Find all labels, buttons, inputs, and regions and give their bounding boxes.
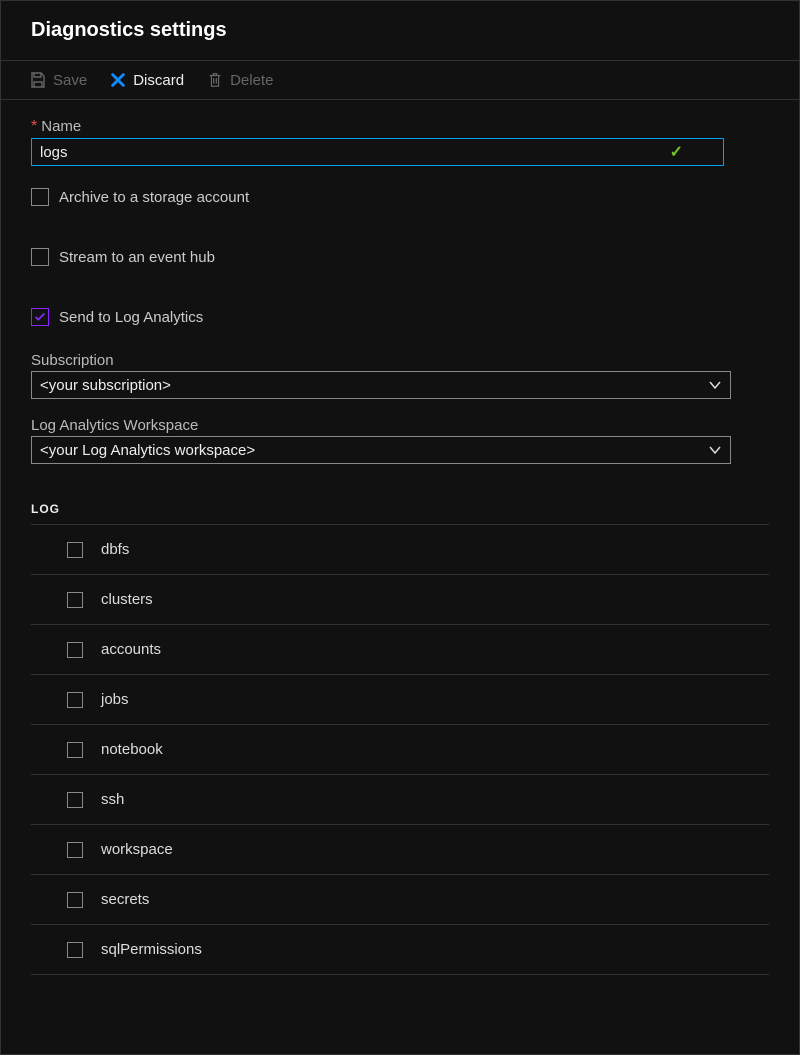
log-checkbox[interactable] <box>67 842 83 858</box>
stream-checkbox[interactable] <box>31 248 49 266</box>
log-name-label: ssh <box>101 791 124 808</box>
log-item: secrets <box>31 875 769 925</box>
log-item: ssh <box>31 775 769 825</box>
log-name-label: secrets <box>101 891 149 908</box>
log-item: clusters <box>31 575 769 625</box>
archive-label: Archive to a storage account <box>59 189 249 206</box>
log-name-label: jobs <box>101 691 129 708</box>
log-checkbox[interactable] <box>67 542 83 558</box>
log-name-label: clusters <box>101 591 153 608</box>
save-icon <box>29 71 47 89</box>
subscription-select[interactable]: <your subscription> <box>31 371 731 399</box>
send-log-analytics-row: Send to Log Analytics <box>31 308 769 326</box>
toolbar: Save Discard Delete <box>1 61 799 100</box>
chevron-down-icon <box>708 378 722 396</box>
log-item: sqlPermissions <box>31 925 769 975</box>
save-button[interactable]: Save <box>29 71 87 89</box>
log-checkbox[interactable] <box>67 592 83 608</box>
name-input[interactable] <box>31 138 724 166</box>
log-name-label: notebook <box>101 741 163 758</box>
log-item: dbfs <box>31 525 769 575</box>
workspace-select[interactable]: <your Log Analytics workspace> <box>31 436 731 464</box>
log-item: notebook <box>31 725 769 775</box>
log-checkbox[interactable] <box>67 942 83 958</box>
log-checkbox[interactable] <box>67 892 83 908</box>
discard-button[interactable]: Discard <box>109 71 184 89</box>
name-label: Name <box>41 118 81 135</box>
log-item: workspace <box>31 825 769 875</box>
page-title: Diagnostics settings <box>31 19 777 42</box>
subscription-value: <your subscription> <box>40 377 171 394</box>
send-log-analytics-checkbox[interactable] <box>31 308 49 326</box>
log-checkbox[interactable] <box>67 642 83 658</box>
trash-icon <box>206 71 224 89</box>
log-name-label: accounts <box>101 641 161 658</box>
log-name-label: sqlPermissions <box>101 941 202 958</box>
log-analytics-config: Subscription <your subscription> Log Ana… <box>31 352 769 464</box>
workspace-block: Log Analytics Workspace <your Log Analyt… <box>31 417 769 464</box>
discard-label: Discard <box>133 72 184 89</box>
subscription-label: Subscription <box>31 352 769 369</box>
required-asterisk: * <box>31 118 37 136</box>
log-checkbox[interactable] <box>67 692 83 708</box>
stream-label: Stream to an event hub <box>59 249 215 266</box>
diagnostics-settings-panel: Diagnostics settings Save Discard Delete <box>0 0 800 1055</box>
delete-label: Delete <box>230 72 273 89</box>
archive-checkbox-row: Archive to a storage account <box>31 188 769 206</box>
log-name-label: workspace <box>101 841 173 858</box>
content-area: * Name ✓ Archive to a storage account St… <box>1 100 799 975</box>
delete-button[interactable]: Delete <box>206 71 273 89</box>
log-list: dbfs clusters accounts jobs notebook ssh works… <box>31 524 769 975</box>
stream-checkbox-row: Stream to an event hub <box>31 248 769 266</box>
log-item: jobs <box>31 675 769 725</box>
log-item: accounts <box>31 625 769 675</box>
discard-icon <box>109 71 127 89</box>
send-log-analytics-label: Send to Log Analytics <box>59 309 203 326</box>
log-checkbox[interactable] <box>67 792 83 808</box>
name-field: * Name ✓ <box>31 118 769 166</box>
subscription-block: Subscription <your subscription> <box>31 352 769 399</box>
log-section-header: LOG <box>31 502 769 516</box>
chevron-down-icon <box>708 443 722 461</box>
workspace-label: Log Analytics Workspace <box>31 417 769 434</box>
panel-header: Diagnostics settings <box>1 1 799 61</box>
workspace-value: <your Log Analytics workspace> <box>40 442 255 459</box>
archive-checkbox[interactable] <box>31 188 49 206</box>
log-name-label: dbfs <box>101 541 129 558</box>
log-checkbox[interactable] <box>67 742 83 758</box>
save-label: Save <box>53 72 87 89</box>
